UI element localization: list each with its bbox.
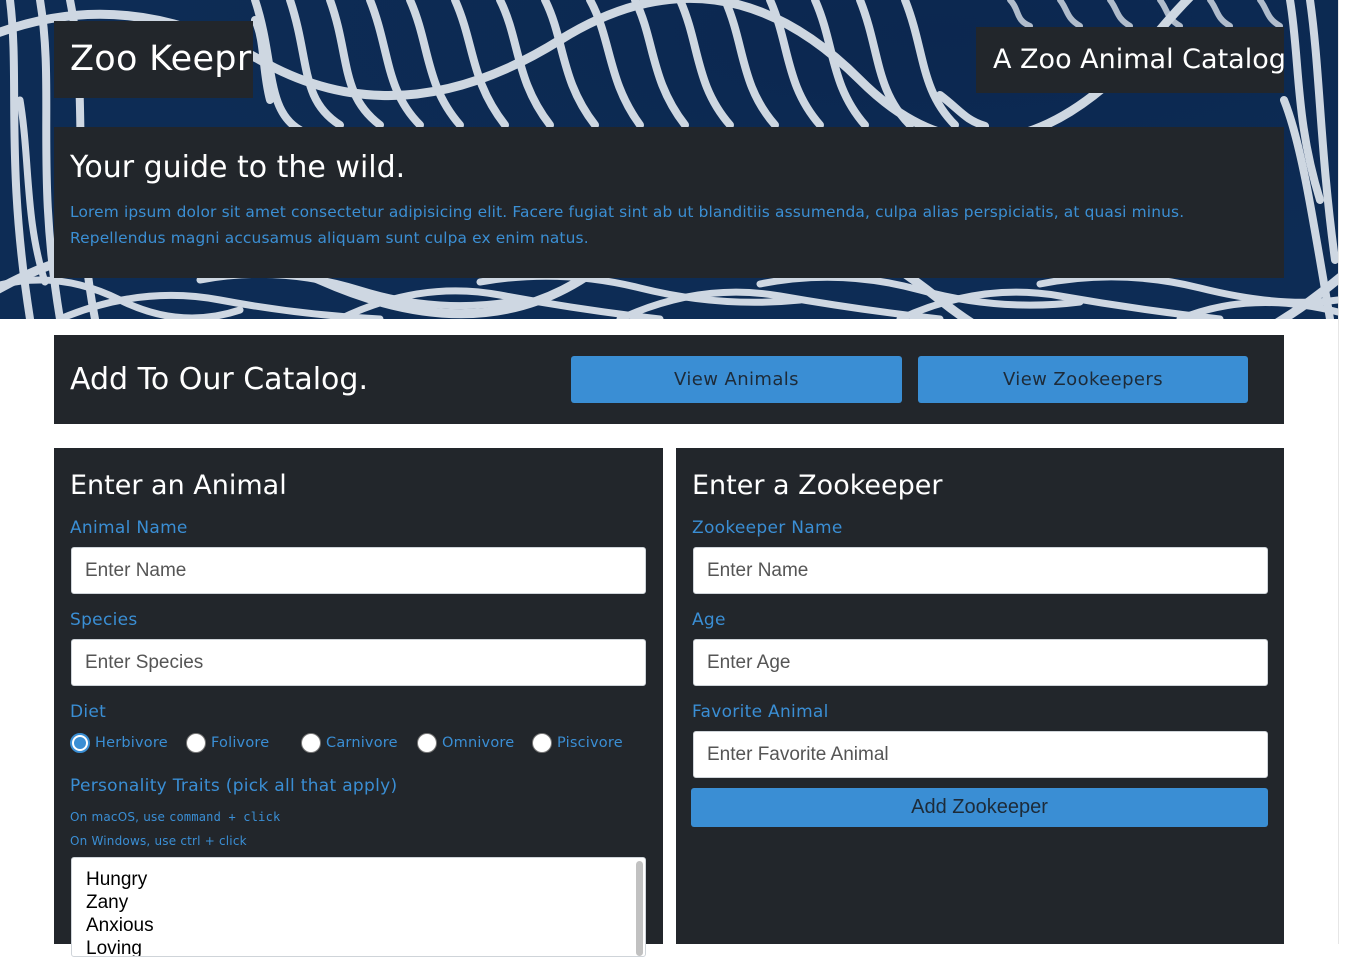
zookeeper-form: Enter a Zookeeper Zookeeper Name Age Fav… [676, 448, 1284, 944]
mac-hint-prefix: On macOS, use [70, 810, 166, 824]
diet-option-piscivore[interactable]: Piscivore [532, 732, 623, 754]
zookeeper-name-input[interactable] [693, 547, 1268, 594]
animal-form-title: Enter an Animal [70, 470, 287, 501]
animal-form: Enter an Animal Animal Name Species Diet… [54, 448, 663, 957]
age-label: Age [692, 610, 726, 630]
traits-multiselect[interactable]: Hungry Zany Anxious Loving [71, 857, 646, 957]
intro-title: Your guide to the wild. [70, 150, 406, 185]
radio-unchecked-icon[interactable] [417, 733, 437, 753]
diet-option-label: Piscivore [557, 735, 623, 751]
trait-option[interactable]: Zany [86, 891, 631, 914]
mac-hint-keys: command + click [169, 810, 281, 824]
favorite-animal-input[interactable] [693, 731, 1268, 778]
hero-banner: Zoo Keepr A Zoo Animal Catalog Your guid… [0, 0, 1338, 319]
trait-option[interactable]: Anxious [86, 914, 631, 937]
diet-option-carnivore[interactable]: Carnivore [301, 732, 398, 754]
diet-option-label: Folivore [211, 735, 270, 751]
catalog-title: Add To Our Catalog. [70, 362, 368, 397]
windows-hint: On Windows, use ctrl + click [70, 834, 247, 848]
diet-option-label: Carnivore [326, 735, 398, 751]
animal-name-label: Animal Name [70, 518, 188, 538]
view-animals-button[interactable]: View Animals [571, 356, 902, 403]
radio-unchecked-icon[interactable] [186, 733, 206, 753]
species-input[interactable] [71, 639, 646, 686]
diet-option-label: Herbivore [95, 735, 168, 751]
diet-option-folivore[interactable]: Folivore [186, 732, 269, 754]
diet-label: Diet [70, 702, 107, 722]
animal-name-input[interactable] [71, 547, 646, 594]
radio-checked-icon[interactable] [70, 733, 90, 753]
diet-radio-group: Herbivore Folivore Carnivore Omnivore Pi… [70, 732, 650, 754]
add-zookeeper-button[interactable]: Add Zookeeper [691, 788, 1268, 827]
radio-unchecked-icon[interactable] [301, 733, 321, 753]
catalog-bar: Add To Our Catalog. View Animals View Zo… [54, 335, 1284, 424]
diet-option-label: Omnivore [442, 735, 515, 751]
brand-logo[interactable]: Zoo Keepr [54, 21, 253, 98]
zookeeper-form-title: Enter a Zookeeper [692, 470, 943, 501]
trait-option[interactable]: Hungry [86, 868, 631, 891]
species-label: Species [70, 610, 138, 630]
diet-option-herbivore[interactable]: Herbivore [70, 732, 168, 754]
mac-hint: On macOS, use command + click [70, 810, 280, 824]
site-tagline: A Zoo Animal Catalog [976, 27, 1286, 93]
age-input[interactable] [693, 639, 1268, 686]
page-scrollbar-track[interactable] [1338, 0, 1347, 944]
listbox-scrollbar[interactable] [636, 861, 643, 956]
view-zookeepers-button[interactable]: View Zookeepers [918, 356, 1248, 403]
intro-box: Your guide to the wild. Lorem ipsum dolo… [54, 127, 1284, 278]
zookeeper-name-label: Zookeeper Name [692, 518, 843, 538]
intro-text: Lorem ipsum dolor sit amet consectetur a… [70, 203, 1185, 247]
radio-unchecked-icon[interactable] [532, 733, 552, 753]
traits-label: Personality Traits (pick all that apply) [70, 776, 398, 796]
trait-option[interactable]: Loving [86, 937, 631, 956]
favorite-animal-label: Favorite Animal [692, 702, 829, 722]
diet-option-omnivore[interactable]: Omnivore [417, 732, 514, 754]
